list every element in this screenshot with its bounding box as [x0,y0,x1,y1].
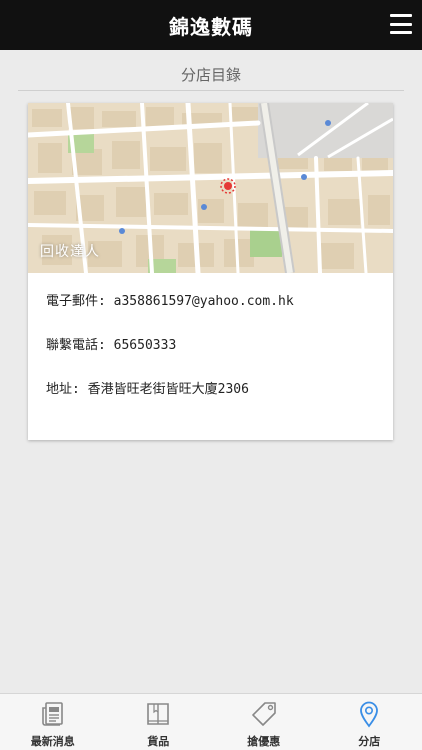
branch-info: 電子郵件: a358861597@yahoo.com.hk 聯繫電話: 6565… [28,273,393,425]
page-title: 分店目錄 [180,66,241,84]
app-title: 錦逸數碼 [169,14,253,39]
hamburger-menu-icon[interactable] [390,14,412,34]
branch-address: 地址: 香港皆旺老街皆旺大廈2306 [46,382,249,397]
app-header: 錦逸數碼 [0,0,422,50]
tab-branches[interactable]: 分店 [317,694,422,750]
branch-phone[interactable]: 聯繫電話: 65650333 [46,337,375,381]
bottom-tab-bar: 最新消息 貨品 搶優惠 分店 [0,693,422,750]
tab-label: 最新消息 [30,735,75,748]
divider [18,90,404,91]
location-pin-icon [360,701,379,728]
tag-icon [251,702,276,726]
branch-card[interactable]: 回收達人 電子郵件: a358861597@yahoo.com.hk 聯繫電話:… [28,103,393,440]
tab-deals[interactable]: 搶優惠 [211,694,317,750]
tab-label: 貨品 [147,735,170,748]
map-caption: 回收達人 [40,244,100,260]
tab-news[interactable]: 最新消息 [0,694,106,750]
branch-map[interactable]: 回收達人 [28,103,393,273]
newspaper-icon [41,702,63,726]
tab-products[interactable]: 貨品 [106,694,212,750]
branch-email[interactable]: 電子郵件: a358861597@yahoo.com.hk [46,293,375,337]
tab-label: 分店 [358,735,381,748]
book-icon [147,703,170,725]
tab-label: 搶優惠 [247,735,281,748]
